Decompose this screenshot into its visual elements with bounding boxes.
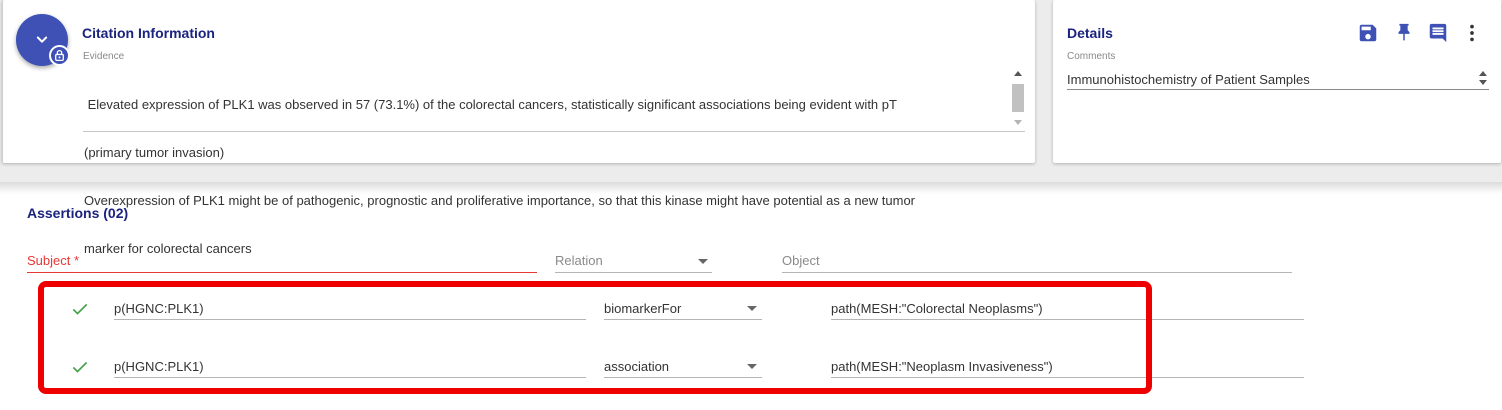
row-relation-select[interactable]: association [604,354,762,378]
evidence-line: Elevated expression of PLK1 was observed… [84,97,897,112]
row-object-value: path(MESH:"Neoplasm Invasiveness") [831,359,1053,374]
comments-label: Comments [1067,51,1116,62]
dropdown-arrow-icon [747,364,757,369]
evidence-label: Evidence [83,51,125,62]
assertions-title: Assertions (02) [27,205,129,221]
check-icon [70,357,90,377]
pin-icon [1398,23,1410,41]
save-button[interactable] [1357,22,1379,44]
details-card: Details Comments Immunohistochemistry of… [1053,0,1501,163]
evidence-scrollbar[interactable] [1011,66,1025,128]
more-options-button[interactable] [1461,22,1483,44]
check-icon [70,299,90,319]
select-arrows-icon[interactable] [1479,71,1487,85]
evidence-line: Overexpression of PLK1 might be of patho… [84,193,916,208]
citation-title: Citation Information [82,25,215,41]
object-label: Object [782,253,820,268]
evidence-textarea[interactable]: Elevated expression of PLK1 was observed… [83,64,1025,256]
more-vert-icon [1470,24,1474,42]
row-relation-value: association [604,359,670,374]
dropdown-arrow-icon [698,259,708,264]
scroll-up-arrow-icon[interactable] [1014,71,1022,76]
row-object-field[interactable]: path(MESH:"Neoplasm Invasiveness") [831,354,1304,378]
comment-icon [1429,23,1447,43]
object-input[interactable]: Object [782,249,1292,273]
comments-value: Immunohistochemistry of Patient Samples [1067,72,1310,87]
relation-label: Relation [555,253,603,268]
lock-badge [49,45,70,66]
row-subject-value: p(HGNC:PLK1) [114,359,204,374]
pin-button[interactable] [1393,22,1415,44]
scrollbar-thumb[interactable] [1012,84,1024,112]
citation-card: Citation Information Evidence Elevated e… [2,0,1035,256]
save-icon [1359,24,1377,42]
dropdown-arrow-icon [747,306,757,311]
lock-icon [55,49,64,62]
comment-button[interactable] [1427,22,1449,44]
row-subject-value: p(HGNC:PLK1) [114,301,204,316]
chevron-down-icon [36,36,48,43]
relation-select[interactable]: Relation [555,249,712,273]
expand-button[interactable] [16,14,70,66]
row-relation-value: biomarkerFor [604,301,682,316]
row-object-field[interactable]: path(MESH:"Colorectal Neoplasms") [831,296,1304,320]
row-object-value: path(MESH:"Colorectal Neoplasms") [831,301,1043,316]
details-title: Details [1067,25,1113,41]
row-relation-select[interactable]: biomarkerFor [604,296,762,320]
scroll-down-arrow-icon[interactable] [1014,120,1022,125]
row-subject-field[interactable]: p(HGNC:PLK1) [114,296,586,320]
subject-label: Subject * [27,253,80,268]
comments-select[interactable]: Immunohistochemistry of Patient Samples [1067,68,1489,90]
evidence-line: (primary tumor invasion) [84,145,225,160]
row-subject-field[interactable]: p(HGNC:PLK1) [114,354,586,378]
subject-input[interactable]: Subject * [27,249,537,273]
